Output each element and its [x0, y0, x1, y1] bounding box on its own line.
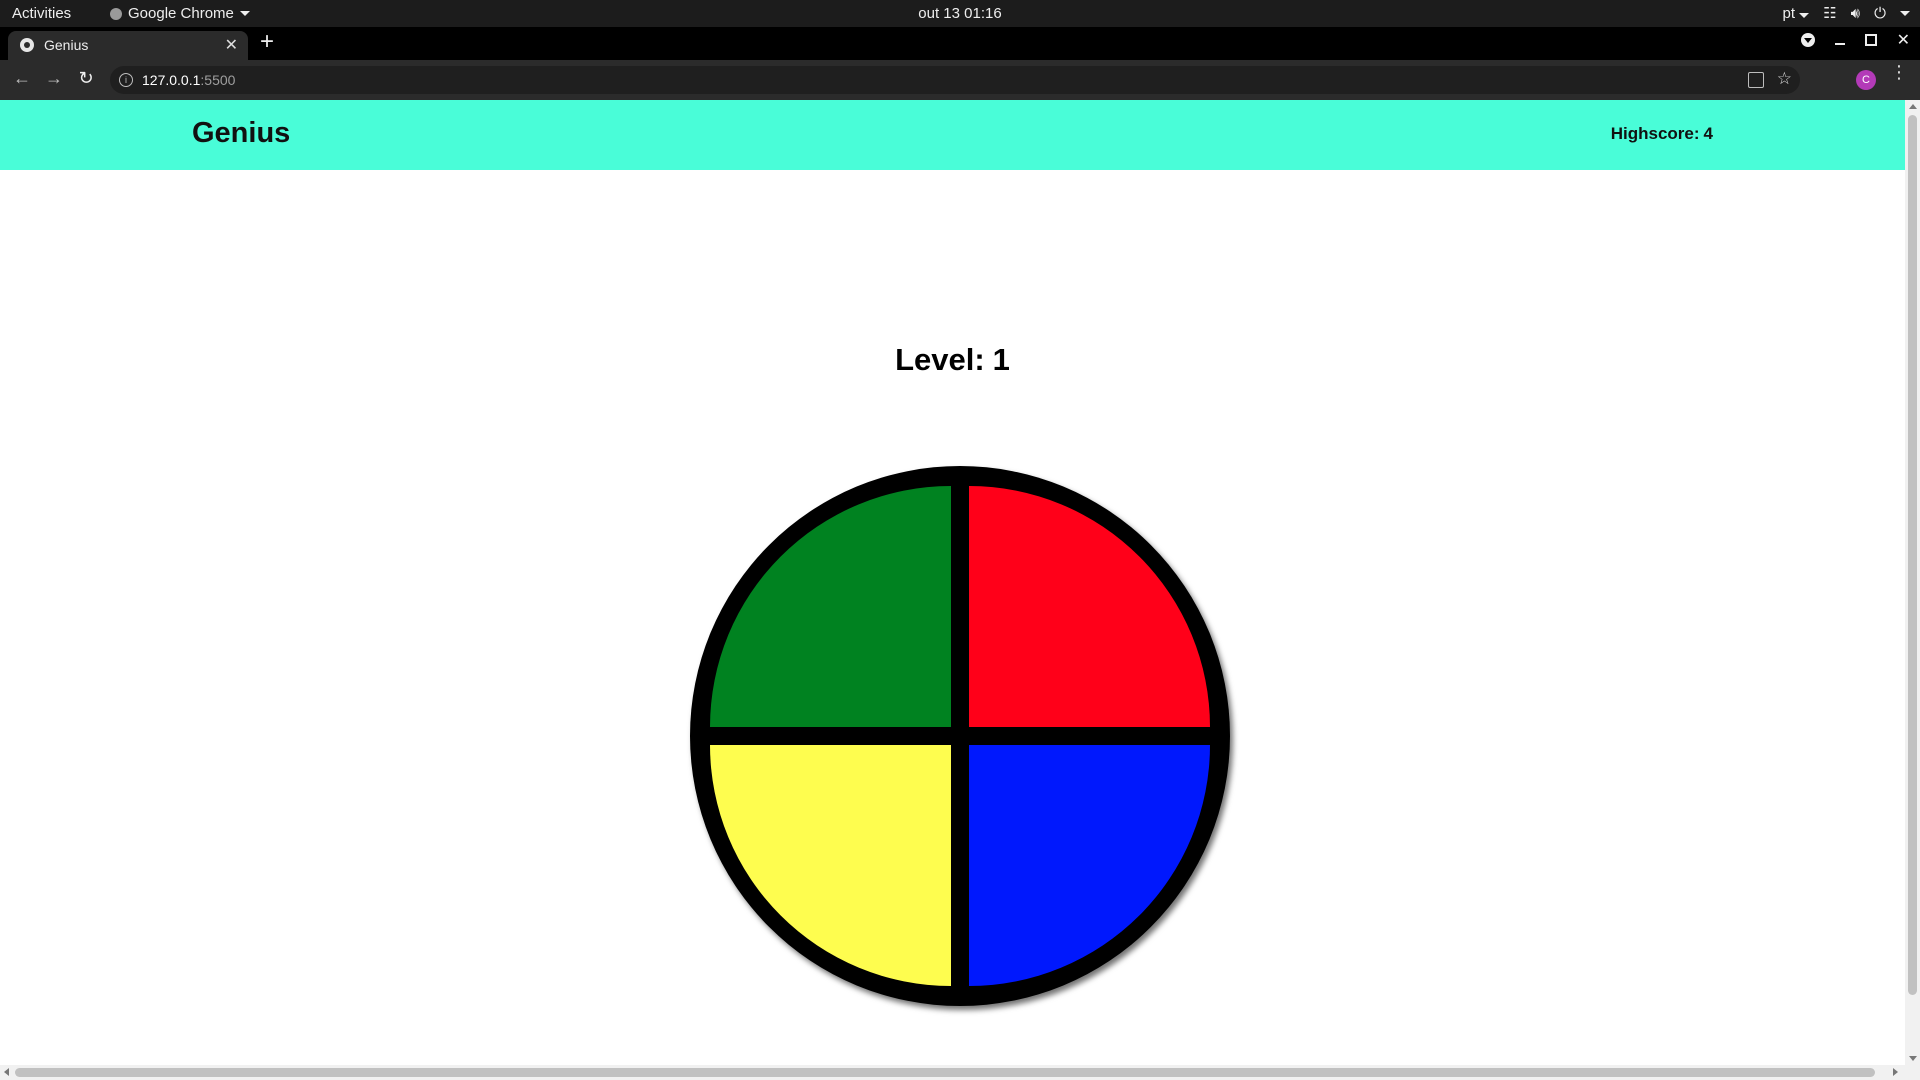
red-quadrant-button[interactable]	[969, 486, 1210, 727]
info-icon[interactable]: i	[119, 73, 133, 87]
highscore-label: Highscore:	[1610, 124, 1700, 143]
kebab-menu-icon[interactable]: ⋮	[1890, 63, 1908, 81]
yellow-quadrant-button[interactable]	[710, 745, 951, 986]
tab-search-icon[interactable]	[1800, 33, 1815, 47]
scroll-right-icon[interactable]	[1893, 1068, 1898, 1076]
profile-avatar[interactable]: C	[1856, 70, 1876, 90]
scroll-up-icon[interactable]	[1909, 104, 1917, 109]
new-tab-button[interactable]: +	[260, 28, 274, 56]
clock[interactable]: out 13 01:16	[918, 5, 1001, 22]
page-viewport: Genius Highscore: 4 Level: 1	[0, 100, 1905, 1065]
app-menu-label: Google Chrome	[128, 5, 234, 22]
url-port: :5500	[200, 72, 236, 88]
language-label: pt	[1782, 4, 1796, 22]
url-host: 127.0.0.1	[142, 72, 201, 88]
volume-icon: 🔊︎	[1850, 4, 1861, 22]
level-value: 1	[992, 342, 1010, 377]
globe-icon	[20, 38, 34, 52]
forward-arrow-icon[interactable]: →	[42, 68, 66, 89]
blue-quadrant-button[interactable]	[969, 745, 1210, 986]
star-icon[interactable]: ☆	[1777, 69, 1792, 89]
green-quadrant-button[interactable]	[710, 486, 951, 727]
app-menu[interactable]: Google Chrome	[110, 5, 250, 22]
chevron-down-icon	[239, 11, 250, 16]
window-controls: ✕	[1800, 30, 1910, 50]
chrome-icon	[110, 7, 122, 20]
level-indicator: Level: 1	[0, 342, 1905, 378]
system-tray[interactable]: pt ☷ 🔊︎ ⏻	[1783, 4, 1910, 22]
horizontal-scroll-thumb[interactable]	[15, 1068, 1875, 1077]
vertical-scrollbar[interactable]	[1905, 100, 1920, 1065]
scroll-left-icon[interactable]	[4, 1068, 9, 1076]
site-header: Genius Highscore: 4	[0, 100, 1905, 170]
os-top-bar: Activities Google Chrome out 13 01:16 pt…	[0, 0, 1920, 27]
close-window-icon[interactable]: ✕	[1897, 30, 1910, 50]
translate-icon[interactable]	[1748, 72, 1764, 88]
minimize-icon[interactable]	[1834, 43, 1845, 45]
highscore: Highscore: 4	[1611, 124, 1713, 144]
chevron-down-icon	[1799, 12, 1810, 18]
tab-strip: Genius ✕ + ✕	[0, 27, 1920, 60]
url-text: 127.0.0.1:5500	[142, 72, 235, 88]
genius-board	[690, 466, 1230, 1006]
activities-button[interactable]: Activities	[12, 5, 71, 22]
power-icon: ⏻	[1874, 4, 1886, 22]
scroll-down-icon[interactable]	[1909, 1056, 1917, 1061]
horizontal-scrollbar[interactable]	[0, 1065, 1920, 1080]
tab-genius[interactable]: Genius ✕	[8, 31, 248, 60]
highscore-value: 4	[1703, 124, 1713, 143]
maximize-icon[interactable]	[1864, 34, 1877, 46]
address-bar[interactable]: i 127.0.0.1:5500 ☆	[110, 66, 1800, 94]
tab-title: Genius	[44, 37, 89, 53]
level-label: Level:	[895, 342, 985, 377]
close-icon[interactable]: ✕	[225, 35, 238, 55]
vertical-scroll-thumb[interactable]	[1908, 115, 1917, 995]
site-title: Genius	[192, 117, 291, 149]
language-indicator[interactable]: pt	[1783, 5, 1810, 22]
chevron-down-icon	[1900, 10, 1910, 16]
back-arrow-icon[interactable]: ←	[10, 68, 34, 89]
browser-toolbar: ← → ↻ i 127.0.0.1:5500 ☆ C ⋮	[0, 60, 1920, 100]
network-icon: ☷	[1823, 5, 1837, 22]
reload-icon[interactable]: ↻	[74, 68, 98, 89]
